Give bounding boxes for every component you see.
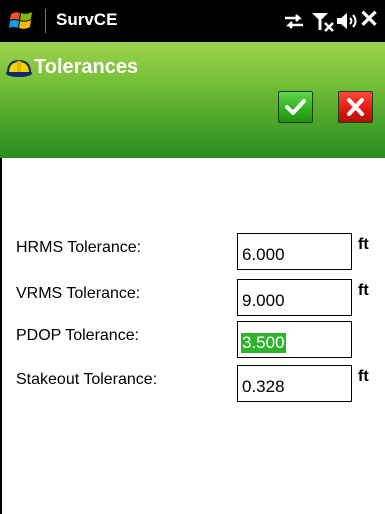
x-icon	[347, 98, 364, 116]
left-border	[0, 158, 2, 514]
cancel-button[interactable]	[338, 91, 373, 123]
vrms-tolerance-value: 9.000	[242, 291, 285, 310]
vrms-tolerance-input[interactable]: 9.000	[237, 279, 352, 316]
pdop-tolerance-input[interactable]: 3.500	[237, 321, 352, 358]
connection-icon[interactable]	[282, 9, 306, 33]
pdop-tolerance-value: 3.500	[241, 333, 286, 353]
hrms-tolerance-input[interactable]: 6.000	[237, 233, 352, 270]
pdop-tolerance-label: PDOP Tolerance:	[16, 327, 140, 344]
vrms-tolerance-label: VRMS Tolerance:	[16, 285, 141, 302]
ok-button[interactable]	[278, 91, 313, 123]
screen: SurvCE ✕ Tolerances HRMS Tolerance: 6.00…	[0, 0, 385, 514]
volume-icon[interactable]	[334, 9, 360, 33]
hardhat-icon	[4, 56, 34, 86]
vrms-unit: ft	[358, 282, 369, 299]
stakeout-tolerance-input[interactable]: 0.328	[237, 365, 352, 402]
page-title: Tolerances	[34, 56, 139, 78]
stakeout-tolerance-label: Stakeout Tolerance:	[16, 371, 158, 388]
page-header: Tolerances	[0, 42, 385, 158]
windows-start-icon[interactable]	[8, 8, 36, 34]
checkmark-icon	[285, 99, 306, 115]
title-bar: SurvCE ✕	[0, 0, 385, 42]
hrms-tolerance-label: HRMS Tolerance:	[16, 239, 142, 256]
app-title: SurvCE	[56, 10, 118, 29]
hrms-tolerance-value: 6.000	[242, 245, 285, 264]
stakeout-tolerance-value: 0.328	[242, 377, 285, 396]
title-separator	[45, 9, 46, 33]
close-icon[interactable]: ✕	[358, 6, 380, 34]
stakeout-unit: ft	[358, 368, 369, 385]
hrms-unit: ft	[358, 236, 369, 253]
